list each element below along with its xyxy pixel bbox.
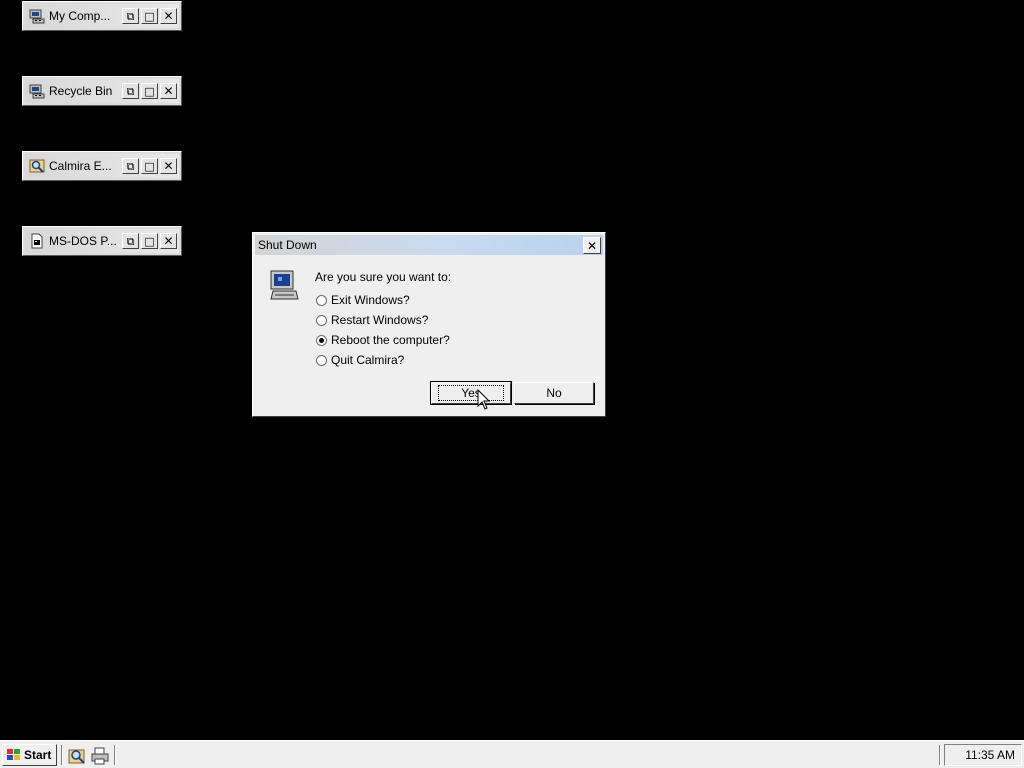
option-label: Restart Windows? [331,313,429,327]
taskbar-separator [61,745,63,765]
close-button[interactable]: ✕ [160,8,177,24]
taskbar-separator [114,745,116,765]
windows-logo-icon [7,749,20,760]
system-tray: 11:35 AM [944,744,1022,766]
dialog-prompt: Are you sure you want to: [315,270,452,284]
window-title: Recycle Bin [49,84,113,98]
radio-button[interactable] [316,294,327,306]
yes-button[interactable]: Yes [430,381,512,405]
option-label: Reboot the computer? [331,333,450,347]
window-title: Calmira E... [49,159,112,173]
option-label: Quit Calmira? [331,353,405,367]
yes-button-label: Yes [438,385,504,401]
recycle-bin-icon [29,84,45,99]
shut-down-dialog: Shut Down ✕ Are you sure you want to: Ex… [252,232,606,417]
radio-button[interactable] [316,334,327,346]
maximize-button[interactable]: □ [141,158,158,174]
close-button[interactable]: ✕ [160,83,177,99]
my-computer-icon [29,9,45,24]
no-button[interactable]: No [514,382,594,404]
maximize-button[interactable]: □ [141,233,158,249]
dialog-titlebar[interactable]: Shut Down ✕ [255,235,603,255]
close-button[interactable]: ✕ [160,158,177,174]
window-title: My Comp... [49,9,111,23]
clock[interactable]: 11:35 AM [965,748,1015,762]
no-button-label: No [546,386,562,400]
mouse-cursor-icon [477,389,491,410]
start-label: Start [24,748,52,762]
taskbar: Start 11:35 AM [0,740,1024,768]
minimized-window-recycle-bin[interactable]: Recycle Bin ⧉ □ ✕ [22,76,182,106]
explorer-icon[interactable] [68,747,86,765]
window-title: MS-DOS P... [49,234,117,248]
minimized-window-ms-dos-prompt[interactable]: MS-DOS P... ⧉ □ ✕ [22,226,182,256]
start-button[interactable]: Start [2,744,57,766]
option-label: Exit Windows? [331,293,410,307]
maximize-button[interactable]: □ [141,8,158,24]
dialog-title: Shut Down [258,238,317,252]
option-exit-windows[interactable]: Exit Windows? [316,293,410,307]
taskbar-separator [939,745,941,765]
ms-dos-prompt-icon [31,233,43,249]
radio-button[interactable] [316,314,327,326]
option-reboot-computer[interactable]: Reboot the computer? [316,333,450,347]
restore-button[interactable]: ⧉ [122,8,139,24]
computer-icon [270,270,299,300]
maximize-button[interactable]: □ [141,83,158,99]
restore-button[interactable]: ⧉ [122,83,139,99]
explorer-icon [29,159,45,173]
printer-icon[interactable] [91,747,109,765]
option-restart-windows[interactable]: Restart Windows? [316,313,428,327]
option-quit-calmira[interactable]: Quit Calmira? [316,353,404,367]
close-button[interactable]: ✕ [160,233,177,249]
restore-button[interactable]: ⧉ [122,158,139,174]
close-button[interactable]: ✕ [583,237,601,254]
minimized-window-calmira-explorer[interactable]: Calmira E... ⧉ □ ✕ [22,151,182,181]
radio-button[interactable] [316,354,327,366]
restore-button[interactable]: ⧉ [122,233,139,249]
minimized-window-my-computer[interactable]: My Comp... ⧉ □ ✕ [22,1,182,31]
